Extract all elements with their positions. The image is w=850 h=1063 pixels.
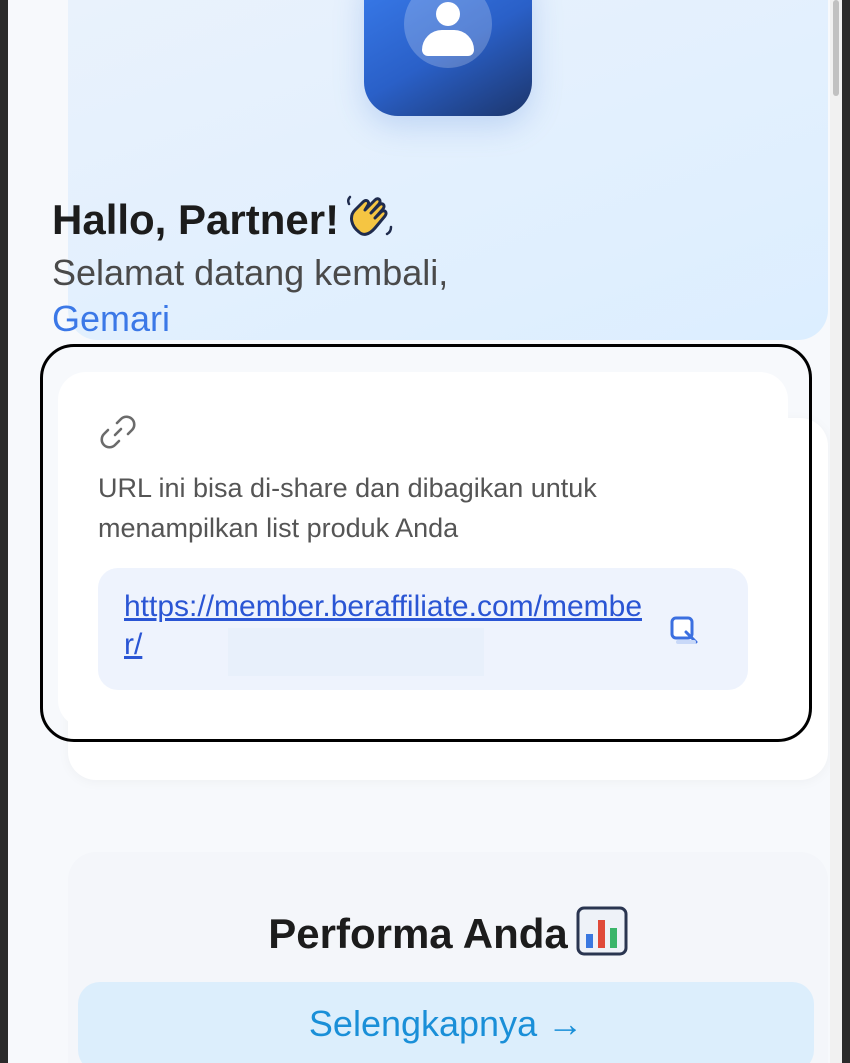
- greeting-heading: Hallo, Partner!: [52, 194, 395, 244]
- scrollbar[interactable]: [830, 0, 842, 1063]
- performance-title: Performa Anda: [68, 906, 828, 958]
- welcome-subtitle: Selamat datang kembali,: [52, 252, 449, 293]
- performance-card: Performa Anda Selengkapnya →: [68, 852, 828, 1063]
- username: Gemari: [52, 298, 171, 339]
- highlight-outline: [40, 344, 812, 742]
- see-more-button[interactable]: Selengkapnya →: [78, 982, 814, 1063]
- bar-chart-icon: [576, 906, 628, 956]
- waving-hand-icon: [347, 195, 393, 236]
- avatar: [364, 0, 532, 116]
- user-icon-head: [436, 2, 460, 26]
- performance-title-text: Performa Anda: [268, 910, 568, 957]
- greeting-text: Hallo, Partner!: [52, 196, 340, 243]
- scrollbar-thumb[interactable]: [833, 0, 839, 96]
- user-icon-body: [422, 30, 474, 56]
- app-frame: Hallo, Partner! Selamat datang kembali, …: [8, 0, 842, 1063]
